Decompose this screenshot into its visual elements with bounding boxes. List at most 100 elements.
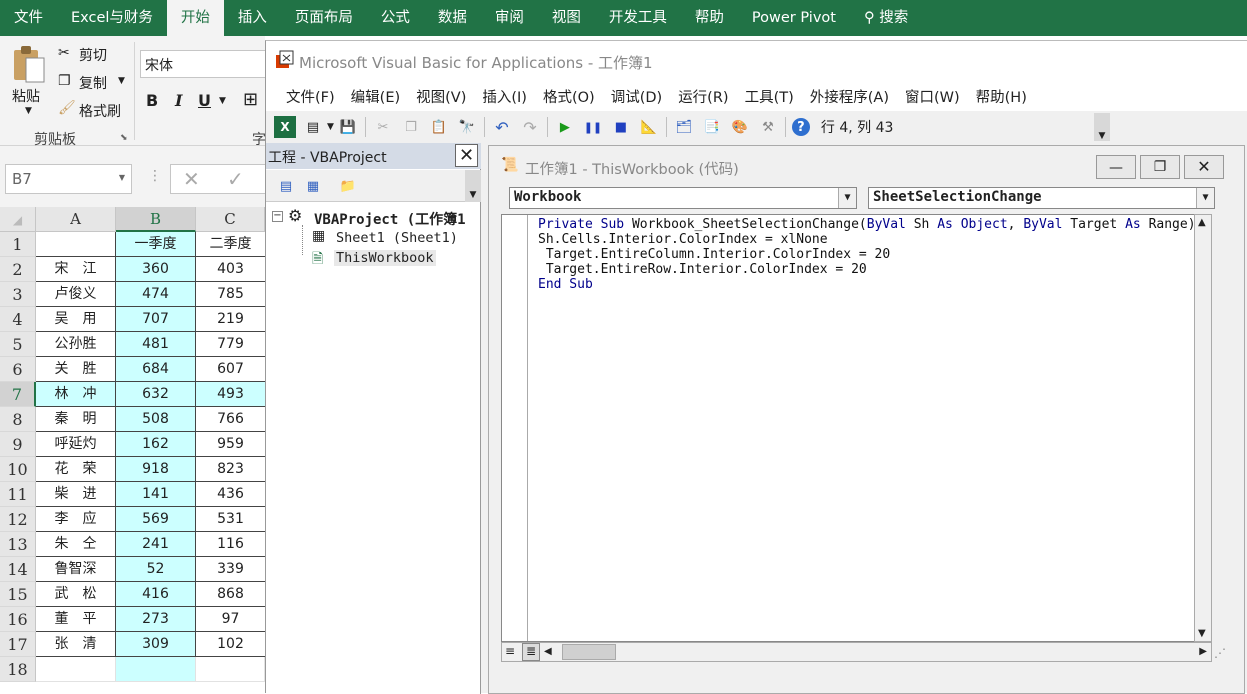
code-editor[interactable]: Private Sub Workbook_SheetSelectionChang… [501,214,1201,642]
underline-button[interactable]: U [198,91,211,110]
close-button[interactable]: ✕ [1184,155,1224,179]
scroll-down-icon[interactable]: ▼ [1198,628,1206,639]
cell-B1[interactable]: 一季度 [116,232,196,257]
project-explorer-icon[interactable]: 🗂 [673,116,695,138]
vbe-menu-item[interactable]: 视图(V) [408,86,474,107]
run-icon[interactable]: ▶ [554,116,576,138]
cell-B6[interactable]: 684 [116,357,196,382]
cell-A7[interactable]: 林 冲 [36,382,116,407]
row-header[interactable]: 8 [0,407,36,432]
cell-C14[interactable]: 339 [196,557,265,582]
cell-A12[interactable]: 李 应 [36,507,116,532]
scroll-up-icon[interactable]: ▲ [1198,217,1206,228]
font-name-combo[interactable]: 宋体 [140,50,265,78]
cell-C17[interactable]: 102 [196,632,265,657]
toggle-folders-icon[interactable]: 📁 [337,175,359,197]
ribbon-tab[interactable]: Excel与财务 [57,0,167,36]
cell-A2[interactable]: 宋 江 [36,257,116,282]
select-all-corner[interactable]: ◢ [0,207,36,232]
cell-C8[interactable]: 766 [196,407,265,432]
paste-icon[interactable]: 📋 [428,116,450,138]
cell-B2[interactable]: 360 [116,257,196,282]
insert-userform-icon[interactable]: ▤ [302,116,324,138]
vbe-menu-item[interactable]: 外接程序(A) [802,86,897,107]
row-header[interactable]: 1 [0,232,36,257]
tree-item-sheet1[interactable]: Sheet1 (Sheet1) [336,230,458,246]
row-header[interactable]: 13 [0,532,36,557]
vbe-menu-item[interactable]: 工具(T) [737,86,802,107]
vbe-menu-item[interactable]: 编辑(E) [343,86,408,107]
enter-icon[interactable]: ✓ [227,167,244,191]
cell-B18[interactable] [116,657,196,682]
vbe-menu-item[interactable]: 帮助(H) [968,86,1035,107]
help-icon[interactable]: ? [791,118,810,136]
vbe-menu-item[interactable]: 插入(I) [474,86,535,107]
row-header[interactable]: 10 [0,457,36,482]
row-header[interactable]: 5 [0,332,36,357]
tree-root[interactable]: VBAProject (工作簿1 [314,209,466,229]
row-header[interactable]: 11 [0,482,36,507]
full-module-view-icon[interactable]: ≣ [522,643,540,661]
cell-B16[interactable]: 273 [116,607,196,632]
scroll-arrow-icon[interactable]: ▼ [465,170,481,202]
cell-A14[interactable]: 鲁智深 [36,557,116,582]
row-header[interactable]: 12 [0,507,36,532]
row-header[interactable]: 14 [0,557,36,582]
cell-A11[interactable]: 柴 进 [36,482,116,507]
cell-C15[interactable]: 868 [196,582,265,607]
row-header[interactable]: 17 [0,632,36,657]
row-header[interactable]: 4 [0,307,36,332]
scroll-right-icon[interactable]: ▶ [1199,646,1207,657]
chevron-down-icon[interactable]: ▼ [327,122,334,132]
format-painter-button[interactable]: 格式刷 [79,101,121,121]
cell-A8[interactable]: 秦 明 [36,407,116,432]
row-header[interactable]: 6 [0,357,36,382]
close-icon[interactable]: ✕ [455,144,478,167]
ribbon-tab[interactable]: 审阅 [481,0,538,36]
cell-C18[interactable] [196,657,265,682]
name-box[interactable]: B7 ▼ [5,164,132,194]
row-header[interactable]: 16 [0,607,36,632]
cell-C6[interactable]: 607 [196,357,265,382]
cell-B7[interactable]: 632 [116,382,196,407]
ribbon-tab[interactable]: 帮助 [681,0,738,36]
vbe-menu-item[interactable]: 运行(R) [670,86,736,107]
break-icon[interactable]: ❚❚ [582,116,604,138]
cell-A5[interactable]: 公孙胜 [36,332,116,357]
tree-item-thisworkbook[interactable]: ThisWorkbook [334,250,436,266]
cell-A10[interactable]: 花 荣 [36,457,116,482]
cell-C12[interactable]: 531 [196,507,265,532]
cell-B13[interactable]: 241 [116,532,196,557]
cell-A18[interactable] [36,657,116,682]
italic-button[interactable]: I [175,91,182,110]
cell-A15[interactable]: 武 松 [36,582,116,607]
copy-icon[interactable]: ❐ [400,116,422,138]
cell-A9[interactable]: 呼延灼 [36,432,116,457]
cell-B5[interactable]: 481 [116,332,196,357]
procedure-view-icon[interactable]: ≡ [505,644,515,658]
save-icon[interactable]: 💾 [337,116,359,138]
chevron-down-icon[interactable]: ▼ [838,188,856,208]
cell-C2[interactable]: 403 [196,257,265,282]
row-header[interactable]: 9 [0,432,36,457]
row-header[interactable]: 15 [0,582,36,607]
ribbon-tab[interactable]: 公式 [367,0,424,36]
find-icon[interactable]: 🔭 [456,116,478,138]
ribbon-tab[interactable]: 视图 [538,0,595,36]
copy-button[interactable]: 复制 [79,73,107,93]
properties-icon[interactable]: 📑 [701,116,723,138]
toolbox-icon[interactable]: ⚒ [757,116,779,138]
column-header[interactable]: C [196,207,265,232]
view-code-icon[interactable]: ▤ [275,175,297,197]
vbe-menu-item[interactable]: 文件(F) [278,86,343,107]
vbe-menu-item[interactable]: 调试(D) [603,86,670,107]
toolbar-overflow[interactable]: ▼ [1094,113,1110,141]
object-browser-icon[interactable]: 🎨 [729,116,751,138]
ribbon-tab[interactable]: 插入 [224,0,281,36]
vbe-menu-item[interactable]: 窗口(W) [897,86,968,107]
cell-A3[interactable]: 卢俊义 [36,282,116,307]
resize-grip-icon[interactable]: ⋰ [1214,646,1226,660]
row-header[interactable]: 18 [0,657,36,682]
chevron-down-icon[interactable]: ▼ [25,106,32,116]
cell-C11[interactable]: 436 [196,482,265,507]
